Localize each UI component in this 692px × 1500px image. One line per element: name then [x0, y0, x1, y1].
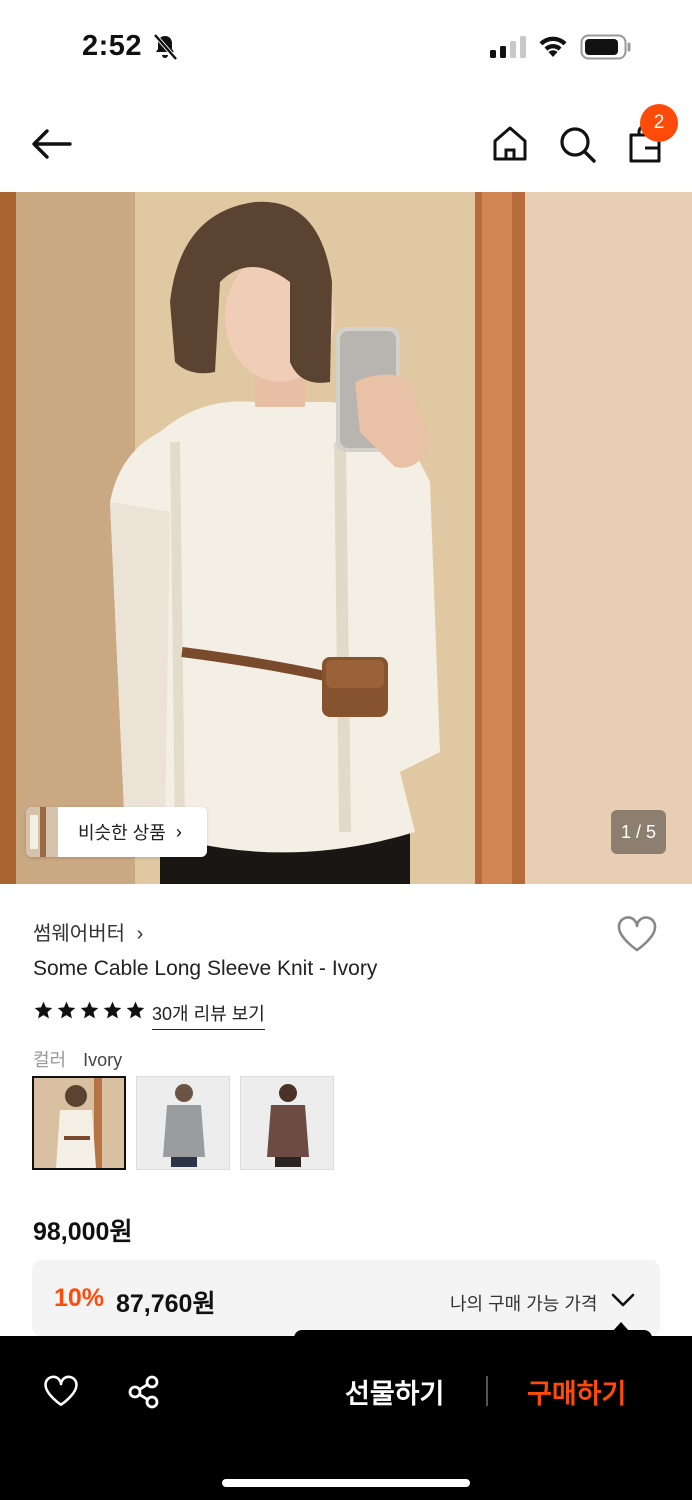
status-time: 2:52: [82, 30, 143, 62]
brand-link[interactable]: 썸웨어버터 ›: [33, 917, 143, 946]
star-icon: [126, 1001, 145, 1019]
product-photo[interactable]: [0, 192, 692, 884]
star-icon: [80, 1001, 99, 1019]
bottom-action-bar: [0, 1336, 692, 1500]
search-icon[interactable]: [555, 122, 599, 166]
heart-icon[interactable]: [43, 1374, 79, 1408]
gift-button[interactable]: 선물하기: [345, 1372, 444, 1411]
similar-products-label: 비슷한 상품: [78, 823, 166, 843]
similar-products-button[interactable]: 비슷한 상품 ›: [26, 807, 207, 857]
tooltip-arrow: [612, 1322, 630, 1332]
home-icon[interactable]: [488, 122, 532, 166]
share-icon[interactable]: [126, 1374, 162, 1410]
photo-counter: 1 / 5: [611, 810, 666, 854]
color-value: Ivory: [83, 1050, 123, 1070]
heart-icon[interactable]: [616, 915, 658, 953]
discount-rate: 10%: [54, 1284, 105, 1312]
similar-thumbnail: [26, 807, 58, 857]
star-icon: [57, 1001, 76, 1019]
chevron-right-icon: ›: [175, 821, 182, 842]
brand-name: 썸웨어버터: [33, 923, 125, 945]
review-link[interactable]: 30개 리뷰 보기: [152, 1000, 265, 1030]
chevron-down-icon[interactable]: [610, 1290, 636, 1310]
home-indicator[interactable]: [222, 1479, 470, 1487]
battery-icon: [580, 34, 631, 60]
wifi-icon: [539, 36, 567, 57]
back-arrow-icon[interactable]: [28, 122, 76, 166]
bell-muted-icon: [153, 33, 178, 61]
signal-icon: [490, 36, 526, 58]
product-title: Some Cable Long Sleeve Knit - Ivory: [33, 957, 378, 980]
color-swatches: [32, 1076, 334, 1170]
star-icon: [34, 1001, 53, 1019]
color-label: 컬러: [33, 1050, 67, 1070]
swatch-brown[interactable]: [240, 1076, 334, 1170]
rating-stars: [33, 1000, 146, 1020]
discount-price-box[interactable]: 10% 87,760원 나의 구매 가능 가격: [32, 1260, 660, 1336]
original-price: 98,000원: [33, 1218, 133, 1246]
chevron-right-icon: ›: [136, 923, 144, 945]
product-photo-illustration: [0, 192, 692, 884]
my-price-label: 나의 구매 가능 가격: [450, 1294, 598, 1314]
discount-price: 87,760원: [116, 1290, 216, 1318]
divider: [486, 1376, 488, 1406]
swatch-gray[interactable]: [136, 1076, 230, 1170]
status-bar: 2:52: [0, 0, 692, 96]
buy-button[interactable]: 구매하기: [527, 1372, 626, 1411]
swatch-ivory[interactable]: [32, 1076, 126, 1170]
color-row: 컬러 Ivory: [33, 1046, 122, 1072]
cart-count-badge: 2: [640, 104, 678, 142]
top-nav-bar: [0, 96, 692, 192]
star-icon: [103, 1001, 122, 1019]
